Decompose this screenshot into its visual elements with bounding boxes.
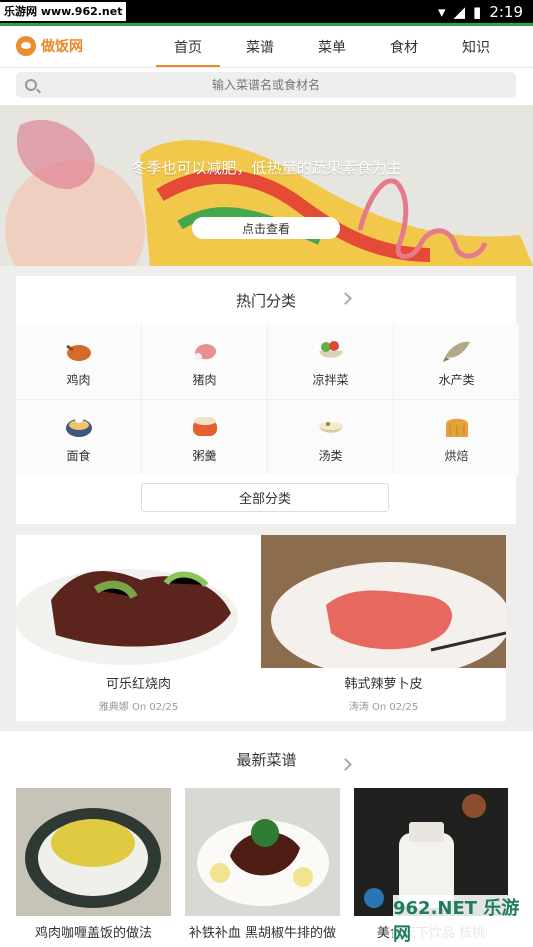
- clock: 2:19: [489, 3, 523, 21]
- porridge-pot-icon: [193, 417, 217, 436]
- category-pork[interactable]: 猪肉: [142, 324, 267, 399]
- pork-leg-icon: [194, 344, 217, 361]
- recipe-title: 可乐红烧肉: [105, 677, 171, 692]
- recipe-meta: 涛涛 On 02/25: [261, 698, 506, 713]
- featured-recipes: 可乐红烧肉 雅典娜 On 02/25 韩式辣萝卜皮 涛涛 On 02/25: [16, 535, 506, 721]
- tab-label: 首页: [174, 39, 202, 56]
- top-nav: 首页 菜谱 菜单 食材 知识: [152, 26, 512, 67]
- publish-date: On 02/25: [371, 702, 419, 713]
- category-label: 汤类: [318, 449, 343, 463]
- recipe-image: [16, 788, 171, 916]
- featured-card[interactable]: 韩式辣萝卜皮 涛涛 On 02/25: [261, 535, 506, 721]
- category-porridge[interactable]: 粥羹: [142, 400, 267, 475]
- hot-categories-panel: 热门分类 鸡肉 猪肉 凉拌菜 水产类 面食 粥羹 汤类 烘焙 全部分类: [16, 276, 519, 524]
- tab-label: 知识: [462, 39, 490, 56]
- category-seafood[interactable]: 水产类: [394, 324, 519, 399]
- search-bar: [0, 68, 533, 105]
- salad-bowl-icon: [319, 341, 343, 358]
- recipe-meta: 雅典娜 On 02/25: [16, 698, 261, 713]
- soup-bowl-icon: [319, 422, 343, 433]
- wifi-icon: ▾: [437, 3, 446, 21]
- category-label: 粥羹: [192, 449, 217, 463]
- category-label: 面食: [66, 449, 91, 463]
- category-label: 烘焙: [444, 449, 469, 463]
- publish-date: On 02/25: [131, 702, 179, 713]
- roast-chicken-icon: [66, 344, 91, 361]
- chef-hat-icon: [16, 36, 36, 56]
- latest-card[interactable]: 鸡肉咖喱盖饭的做法: [16, 788, 171, 947]
- status-bar: 乐游网 www.962.net ▾ ◢ ▮ 2:19: [0, 0, 533, 24]
- app-name: 做饭网: [41, 39, 83, 55]
- category-label: 猪肉: [192, 373, 217, 387]
- author-name: 雅典娜: [98, 702, 129, 713]
- recipe-title: 补铁补血 黑胡椒牛排的做: [188, 926, 337, 941]
- noodle-bowl-icon: [66, 415, 92, 437]
- category-label: 水产类: [438, 373, 475, 387]
- tab-menus[interactable]: 菜单: [296, 26, 368, 67]
- section-title: 热门分类: [235, 291, 296, 310]
- category-grid: 鸡肉 猪肉 凉拌菜 水产类 面食 粥羹 汤类 烘焙: [16, 324, 519, 475]
- app-header: 做饭网 首页 菜谱 菜单 食材 知识: [0, 26, 533, 68]
- view-button[interactable]: 点击查看: [192, 217, 340, 239]
- all-categories-button[interactable]: 全部分类: [141, 483, 389, 512]
- category-cold-dishes[interactable]: 凉拌菜: [268, 324, 393, 399]
- site-watermark: 962.NET 乐游网: [393, 895, 533, 945]
- latest-card[interactable]: 补铁补血 黑胡椒牛排的做: [185, 788, 340, 947]
- chevron-right-icon: [339, 292, 352, 305]
- bread-icon: [446, 418, 468, 437]
- tab-home[interactable]: 首页: [152, 26, 224, 67]
- recipe-title: 韩式辣萝卜皮: [344, 677, 423, 692]
- watermark-label: 乐游网 www.962.net: [0, 2, 127, 21]
- section-header[interactable]: 热门分类: [16, 276, 516, 324]
- tab-label: 食材: [390, 39, 418, 56]
- tab-recipes[interactable]: 菜谱: [224, 26, 296, 67]
- banner-food-image: [0, 105, 533, 266]
- recipe-image: [16, 535, 261, 668]
- search-box[interactable]: [16, 72, 516, 98]
- tab-knowledge[interactable]: 知识: [440, 26, 512, 67]
- search-icon: [25, 79, 37, 91]
- category-noodles[interactable]: 面食: [16, 400, 141, 475]
- featured-card[interactable]: 可乐红烧肉 雅典娜 On 02/25: [16, 535, 261, 721]
- category-label: 凉拌菜: [312, 373, 349, 387]
- tab-ingredients[interactable]: 食材: [368, 26, 440, 67]
- fish-icon: [443, 341, 470, 362]
- signal-icon: ◢: [453, 3, 466, 21]
- latest-recipes: 最新菜谱 鸡肉咖喱盖饭的做法 补铁补血 黑胡椒牛排的做 美食天下饮品 核桃 96…: [0, 731, 533, 947]
- battery-icon: ▮: [473, 3, 482, 21]
- banner-caption: 冬季也可以减肥，低热量的蔬果素食为主: [131, 159, 402, 177]
- search-input[interactable]: [16, 72, 516, 98]
- recipe-image: [261, 535, 506, 668]
- recipe-title: 鸡肉咖喱盖饭的做法: [34, 926, 152, 941]
- section-title[interactable]: 最新菜谱: [0, 749, 533, 774]
- app-logo[interactable]: 做饭网: [16, 36, 83, 56]
- category-baking[interactable]: 烘焙: [394, 400, 519, 475]
- tab-label: 菜谱: [246, 39, 274, 56]
- tab-label: 菜单: [318, 39, 346, 56]
- author-name: 涛涛: [348, 702, 369, 713]
- category-soups[interactable]: 汤类: [268, 400, 393, 475]
- recipe-image: [185, 788, 340, 916]
- promo-banner[interactable]: 冬季也可以减肥，低热量的蔬果素食为主 点击查看: [0, 105, 533, 266]
- category-label: 鸡肉: [66, 373, 91, 387]
- category-chicken[interactable]: 鸡肉: [16, 324, 141, 399]
